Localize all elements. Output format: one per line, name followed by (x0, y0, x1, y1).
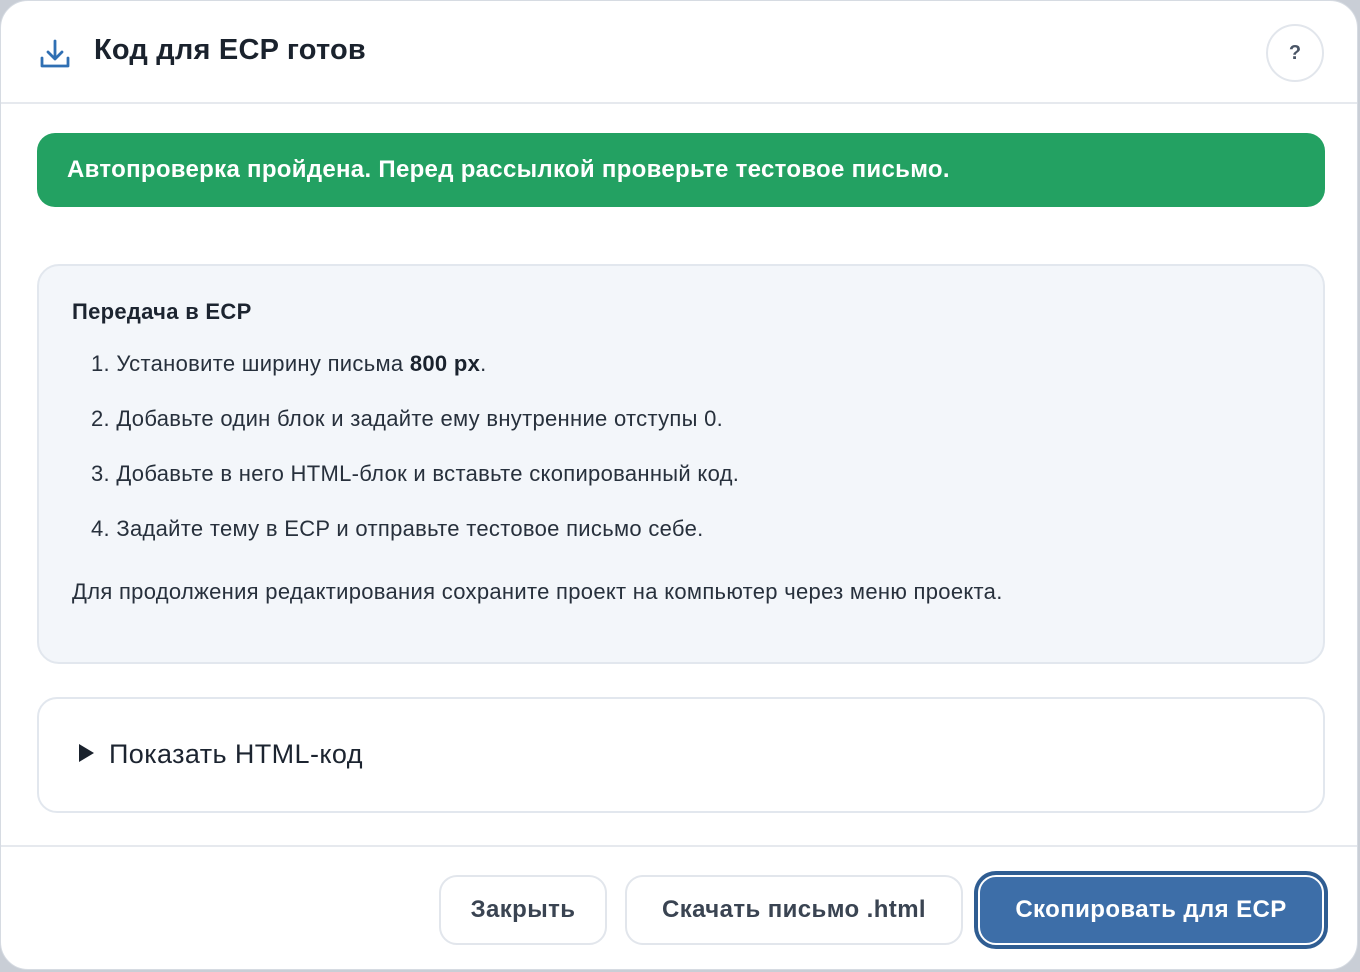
step-text: 3. Добавьте в него HTML-блок и вставьте … (91, 461, 740, 486)
copy-for-ecp-button[interactable]: Скопировать для ECP (978, 875, 1324, 945)
step-text: 2. Добавьте один блок и задайте ему внут… (91, 406, 724, 431)
step-text: 1. Установите ширину письма (91, 351, 410, 376)
success-banner: Автопроверка пройдена. Перед рассылкой п… (37, 133, 1325, 207)
step-item: 1. Установите ширину письма 800 px. (91, 351, 739, 406)
step-emphasis: 800 px (409, 351, 481, 376)
instructions-note: Для продолжения редактирования сохраните… (72, 579, 1003, 604)
dialog-footer: Закрыть Скачать письмо .html Скопировать… (1, 845, 1357, 969)
export-dialog: Код для ECP готов ? Автопроверка пройден… (0, 0, 1358, 970)
download-html-button[interactable]: Скачать письмо .html (625, 875, 963, 945)
instructions-title: Передача в ECP (72, 299, 252, 324)
step-item: 3. Добавьте в него HTML-блок и вставьте … (91, 461, 739, 516)
disclosure-triangle-icon (79, 744, 94, 762)
dialog-title: Код для ECP готов (94, 34, 366, 66)
instructions-steps: 1. Установите ширину письма 800 px. 2. Д… (91, 351, 739, 571)
show-html-code-toggle[interactable]: Показать HTML-код (37, 697, 1325, 813)
help-button[interactable]: ? (1266, 24, 1324, 82)
download-icon (40, 39, 70, 68)
step-suffix: . (480, 351, 487, 376)
instructions-panel: Передача в ECP 1. Установите ширину пись… (37, 264, 1325, 664)
step-item: 4. Задайте тему в ECP и отправьте тестов… (91, 516, 739, 571)
step-text: 4. Задайте тему в ECP и отправьте тестов… (91, 516, 704, 541)
close-button[interactable]: Закрыть (439, 875, 607, 945)
show-html-code-label: Показать HTML-код (109, 739, 363, 769)
dialog-header: Код для ECP готов ? (1, 1, 1357, 104)
success-banner-text: Автопроверка пройдена. Перед рассылкой п… (67, 156, 950, 183)
step-item: 2. Добавьте один блок и задайте ему внут… (91, 406, 739, 461)
